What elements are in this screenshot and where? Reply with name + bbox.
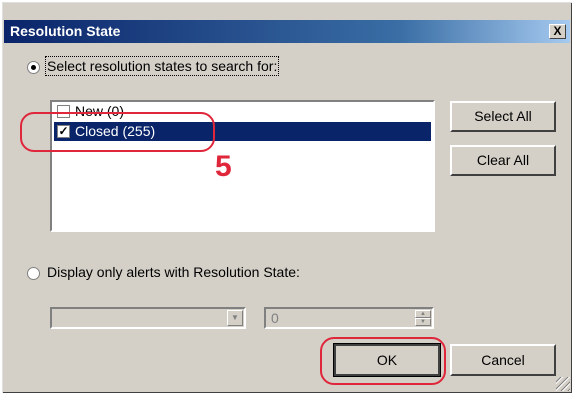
display-only-label[interactable]: Display only alerts with Resolution Stat… [47, 264, 300, 280]
closed-highlight-oval [20, 112, 215, 152]
step-number: 5 [215, 150, 232, 183]
cancel-button[interactable]: Cancel [450, 344, 556, 376]
spinbox-value: 0 [271, 310, 279, 326]
resolution-state-dropdown[interactable]: ▼ [50, 307, 246, 329]
dialog-title: Resolution State [10, 23, 121, 39]
spin-up-icon[interactable]: ▲ [415, 310, 431, 318]
spin-down-icon[interactable]: ▼ [415, 318, 431, 326]
search-states-label[interactable]: Select resolution states to search for: [44, 56, 280, 76]
resize-grip-icon[interactable] [556, 377, 570, 391]
dropdown-arrow-icon[interactable]: ▼ [227, 310, 243, 326]
resolution-state-dialog: Resolution State X Select resolution sta… [2, 2, 572, 393]
clear-all-button[interactable]: Clear All [450, 145, 556, 176]
title-bar[interactable]: Resolution State X [4, 20, 570, 43]
display-only-radio[interactable] [27, 267, 40, 280]
search-states-radio[interactable] [27, 61, 40, 74]
spin-buttons: ▲ ▼ [415, 310, 431, 327]
resolution-state-spinbox[interactable]: 0 ▲ ▼ [264, 307, 434, 329]
close-button[interactable]: X [549, 24, 566, 39]
select-all-button[interactable]: Select All [450, 101, 556, 132]
ok-highlight-oval [320, 337, 446, 385]
